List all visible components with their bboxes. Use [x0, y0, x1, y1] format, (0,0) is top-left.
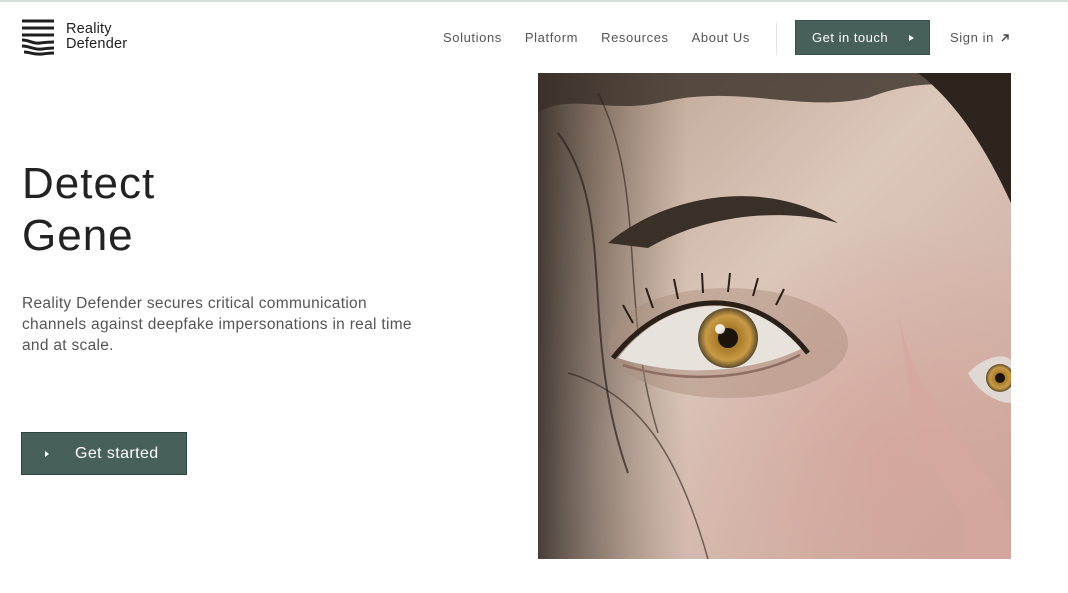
sign-in-link[interactable]: Sign in	[950, 30, 1010, 46]
hero-description: Reality Defender secures critical commun…	[22, 295, 412, 354]
nav-link-resources[interactable]: Resources	[601, 30, 669, 46]
sign-in-label: Sign in	[950, 30, 994, 45]
eye-closeup-illustration	[538, 73, 1011, 559]
hero-image	[538, 73, 1011, 559]
brand-name: Reality Defender	[66, 22, 127, 52]
brand-name-line1: Reality	[66, 21, 112, 37]
get-in-touch-button[interactable]: Get in touch	[795, 20, 930, 55]
hero-title: Detect Gene	[22, 158, 155, 262]
hero-title-line1: Detect	[22, 159, 156, 208]
stacked-waves-logo-icon	[21, 19, 55, 56]
site-header: Reality Defender Solutions Platform Reso…	[0, 2, 1068, 70]
hero-title-line2: Gene	[22, 211, 134, 260]
get-started-button[interactable]: Get started	[21, 432, 187, 475]
page: Reality Defender Solutions Platform Reso…	[0, 0, 1068, 593]
caret-right-icon	[909, 35, 914, 41]
get-started-label: Get started	[75, 444, 159, 462]
main-nav: Solutions Platform Resources About Us	[443, 30, 773, 46]
nav-link-about-us[interactable]: About Us	[692, 30, 750, 46]
brand-logo-link[interactable]: Reality Defender	[20, 18, 127, 56]
nav-divider	[776, 22, 777, 55]
nav-link-platform[interactable]: Platform	[525, 30, 578, 46]
nav-link-solutions[interactable]: Solutions	[443, 30, 502, 46]
get-in-touch-label: Get in touch	[812, 30, 889, 45]
brand-name-line2: Defender	[66, 36, 128, 52]
caret-right-icon	[45, 450, 49, 457]
arrow-up-right-icon	[1001, 34, 1009, 42]
